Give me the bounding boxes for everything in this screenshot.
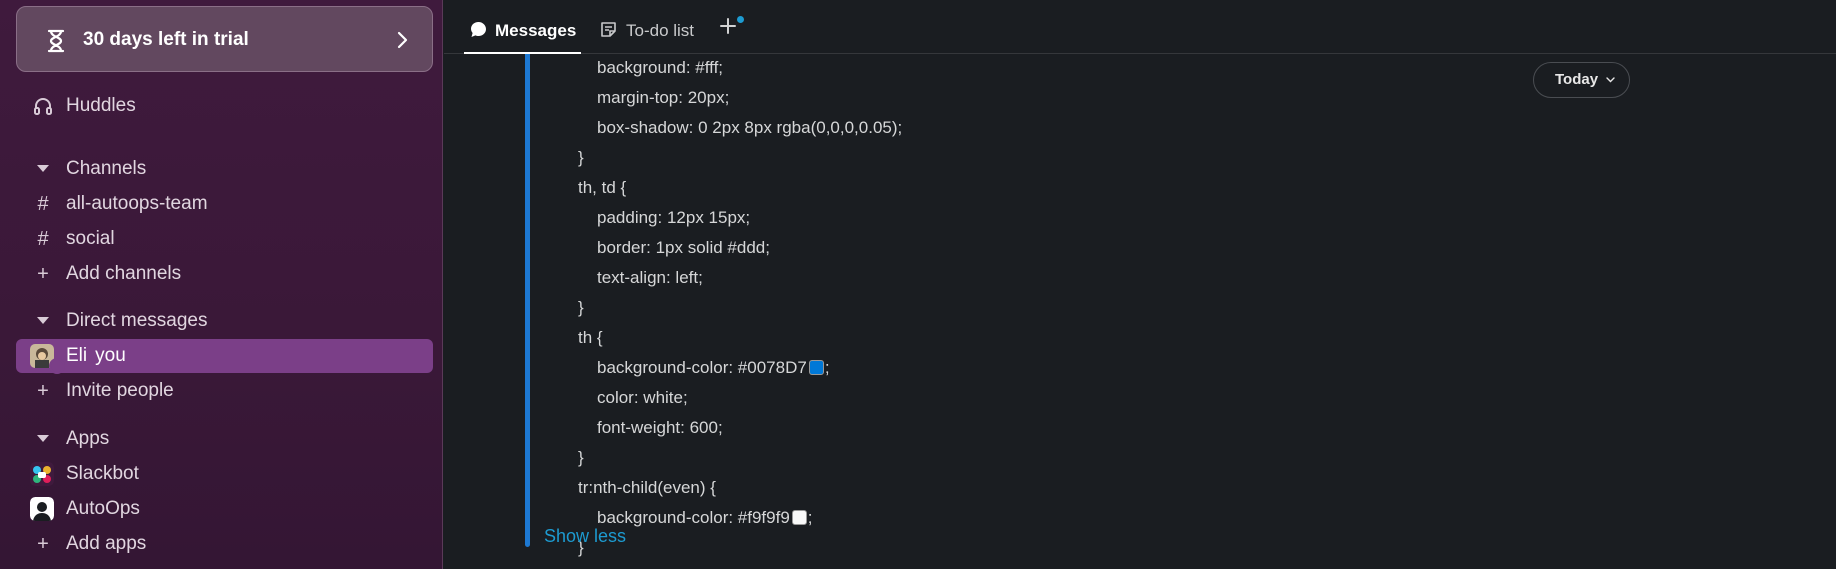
main-pane: Messages To-do list background: #fff; mar…: [444, 0, 1836, 569]
huddles-label: Huddles: [66, 95, 136, 116]
code-text: color: white;: [597, 388, 688, 407]
sidebar-item-dm-eli[interactable]: Eli you: [16, 339, 433, 374]
add-apps-button[interactable]: + Add apps: [16, 527, 433, 561]
channel-label: all-autoops-team: [66, 193, 208, 214]
sidebar-item-channel[interactable]: # all-autoops-team: [16, 187, 433, 221]
channels-section-toggle[interactable]: Channels: [16, 152, 433, 186]
status-indicator-icon: [49, 358, 65, 374]
caret-down-icon: [32, 152, 54, 186]
plus-icon: +: [37, 380, 49, 402]
code-line: background-color: #f9f9f9;: [597, 504, 813, 532]
hash-icon: #: [37, 228, 49, 250]
code-line: }: [578, 294, 584, 322]
plus-icon: +: [37, 263, 49, 285]
code-text: }: [578, 298, 584, 317]
hash-icon: #: [37, 193, 49, 215]
add-apps-label: Add apps: [66, 533, 147, 554]
code-line: color: white;: [597, 384, 688, 412]
trial-banner-button[interactable]: 30 days left in trial: [16, 6, 433, 72]
code-line: font-weight: 600;: [597, 414, 723, 442]
code-text: box-shadow: 0 2px 8px rgba(0,0,0,0.05);: [597, 118, 903, 137]
date-divider-button[interactable]: Today: [1533, 62, 1630, 98]
apps-header: Apps: [66, 428, 110, 449]
code-suffix: ;: [807, 508, 813, 527]
dm-user-label: Eli: [66, 345, 88, 366]
add-channels-label: Add channels: [66, 263, 182, 284]
code-line: th {: [578, 324, 603, 352]
dm-header: Direct messages: [66, 310, 208, 331]
code-line: background: #fff;: [597, 54, 723, 82]
invite-people-button[interactable]: + Invite people: [16, 374, 433, 408]
code-line: border: 1px solid #ddd;: [597, 234, 770, 262]
caret-down-icon: [32, 304, 54, 338]
sidebar: 30 days left in trial Huddles Channels #…: [0, 0, 443, 569]
quote-bar: [525, 54, 530, 547]
code-line: text-align: left;: [597, 264, 703, 292]
apps-section-toggle[interactable]: Apps: [16, 422, 433, 456]
note-icon: [601, 22, 616, 37]
show-less-link[interactable]: Show less: [544, 522, 626, 550]
dm-you-label: you: [95, 345, 126, 366]
code-text: th {: [578, 328, 603, 347]
code-line: margin-top: 20px;: [597, 84, 729, 112]
caret-down-icon: [32, 422, 54, 456]
sidebar-item-slackbot[interactable]: Slackbot: [16, 457, 433, 491]
chevron-right-icon: [397, 31, 408, 49]
chevron-down-icon: [1606, 77, 1615, 83]
add-tab-plus-icon[interactable]: [718, 16, 738, 36]
code-line: box-shadow: 0 2px 8px rgba(0,0,0,0.05);: [597, 114, 902, 142]
code-line: }: [578, 444, 584, 472]
code-line: th, td {: [578, 174, 626, 202]
slackbot-icon: [30, 462, 54, 486]
sidebar-item-channel[interactable]: # social: [16, 222, 433, 256]
sidebar-item-huddles[interactable]: Huddles: [16, 89, 433, 123]
invite-label: Invite people: [66, 380, 174, 401]
sidebar-item-autoops[interactable]: AutoOps: [16, 492, 433, 526]
message-bubble-icon: [471, 22, 486, 37]
code-line: background-color: #0078D7;: [597, 354, 830, 382]
code-text: tr:nth-child(even) {: [578, 478, 716, 497]
code-text: border: 1px solid #ddd;: [597, 238, 770, 257]
code-text: background: #fff;: [597, 58, 724, 77]
dm-section-toggle[interactable]: Direct messages: [16, 304, 433, 338]
code-line: padding: 12px 15px;: [597, 204, 750, 232]
code-text: font-weight: 600;: [597, 418, 723, 437]
code-text: padding: 12px 15px;: [597, 208, 751, 227]
code-text: background-color: #0078D7: [597, 358, 807, 377]
headphones-icon: [32, 89, 54, 123]
tab-messages[interactable]: Messages: [464, 0, 581, 54]
tab-bar: Messages To-do list: [444, 0, 1836, 54]
date-divider-label: Today: [1555, 71, 1599, 88]
add-channels-button[interactable]: + Add channels: [16, 257, 433, 291]
message-code-block: background: #fff; margin-top: 20px; box-sh…: [444, 54, 1836, 569]
hourglass-icon: [47, 29, 65, 53]
autoops-app-icon: [30, 497, 54, 521]
code-text: text-align: left;: [597, 268, 703, 287]
color-swatch-icon: [791, 510, 807, 525]
code-text: }: [578, 448, 584, 467]
plus-icon: +: [37, 533, 49, 555]
code-line: }: [578, 144, 584, 172]
code-suffix: ;: [824, 358, 830, 377]
app-label: AutoOps: [66, 498, 140, 519]
code-line: tr:nth-child(even) {: [578, 474, 716, 502]
channels-header: Channels: [66, 158, 147, 179]
tab-messages-label: Messages: [495, 21, 577, 40]
notification-dot-icon: [737, 16, 744, 23]
tab-todo-label: To-do list: [626, 21, 695, 40]
code-text: th, td {: [578, 178, 627, 197]
code-text: margin-top: 20px;: [597, 88, 730, 107]
channel-label: social: [66, 228, 115, 249]
color-swatch-icon: [808, 360, 824, 375]
app-label: Slackbot: [66, 463, 139, 484]
code-text: }: [578, 148, 584, 167]
trial-label: 30 days left in trial: [83, 29, 249, 50]
